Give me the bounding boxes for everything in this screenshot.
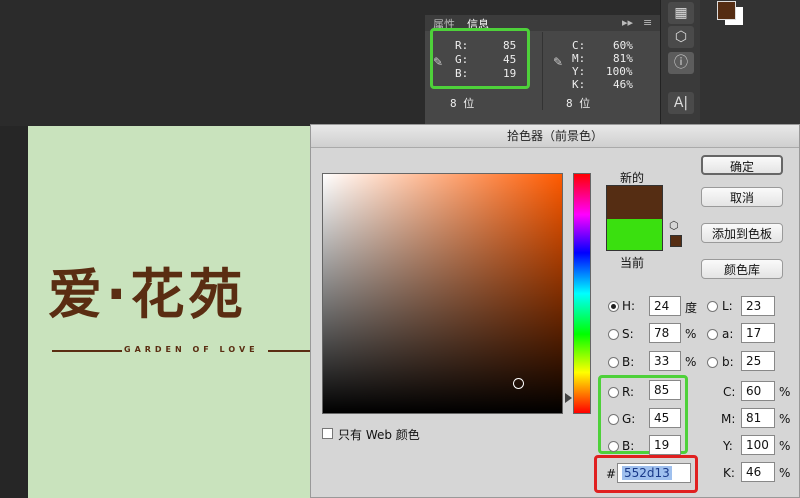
3d-icon[interactable]: ⬡ <box>668 26 694 48</box>
y-field[interactable]: 100 <box>741 435 775 455</box>
g-field[interactable]: 45 <box>649 408 681 428</box>
y-unit: % <box>779 439 791 453</box>
info-k-label: K: <box>572 78 586 91</box>
info-b-label: B: <box>455 67 469 80</box>
hue-slider-handle[interactable] <box>565 393 572 403</box>
hex-field[interactable]: 552d13 <box>617 463 691 483</box>
info-m-label: M: <box>572 52 586 65</box>
l-label: L: <box>722 299 733 313</box>
b-field[interactable]: 33 <box>649 351 681 371</box>
cancel-button[interactable]: 取消 <box>701 187 783 207</box>
info-g-value: 45 <box>503 53 517 66</box>
h-label: H: <box>622 299 636 313</box>
g-label: G: <box>622 412 636 426</box>
color-field[interactable] <box>322 173 563 414</box>
lab-b-field[interactable]: 25 <box>741 351 775 371</box>
logo-text: 爱·花苑 <box>48 263 247 326</box>
rgb-b-radio[interactable] <box>608 441 619 452</box>
y-label: Y: <box>723 439 733 453</box>
tool-strip: ▦ ⬡ ⓘ A| <box>660 0 701 126</box>
current-color-swatch[interactable] <box>606 219 663 251</box>
l-field[interactable]: 23 <box>741 296 775 316</box>
m-unit: % <box>779 412 791 426</box>
current-color-label: 当前 <box>620 256 645 270</box>
info-g-label: G: <box>455 53 469 66</box>
h-unit: 度 <box>685 301 698 315</box>
h-radio[interactable] <box>608 301 619 312</box>
k-unit: % <box>779 466 791 480</box>
m-field[interactable]: 81 <box>741 408 775 428</box>
s-unit: % <box>685 327 697 341</box>
hex-value: 552d13 <box>622 466 672 480</box>
logo-subtitle: GARDEN OF LOVE <box>124 345 259 354</box>
h-field[interactable]: 24 <box>649 296 681 316</box>
info-bitdepth-right: 8 位 <box>566 97 591 110</box>
logo-line-left <box>52 350 122 352</box>
foreground-color-swatch[interactable] <box>717 1 736 20</box>
eyedropper-icon: ✎ <box>433 55 444 69</box>
new-color-label: 新的 <box>620 171 645 185</box>
info-c-value: 60% <box>613 39 633 52</box>
new-color-swatch <box>606 185 663 221</box>
rgb-b-field[interactable]: 19 <box>649 435 681 455</box>
b-unit: % <box>685 355 697 369</box>
web-colors-label: 只有 Web 颜色 <box>338 428 420 442</box>
c-unit: % <box>779 385 791 399</box>
hex-prefix: # <box>606 467 617 481</box>
eyedropper-icon: ✎ <box>553 55 564 69</box>
add-to-swatches-button[interactable]: 添加到色板 <box>701 223 783 243</box>
a-field[interactable]: 17 <box>741 323 775 343</box>
color-swatch-area <box>700 0 800 126</box>
a-label: a: <box>722 327 734 341</box>
b-radio[interactable] <box>608 357 619 368</box>
info-divider <box>542 32 543 110</box>
color-field-cursor[interactable] <box>513 378 524 389</box>
color-libraries-button[interactable]: 颜色库 <box>701 259 783 279</box>
info-c-label: C: <box>572 39 586 52</box>
info-icon[interactable]: ⓘ <box>668 52 694 74</box>
lab-b-radio[interactable] <box>707 357 718 368</box>
k-label: K: <box>723 466 735 480</box>
history-icon[interactable]: ▦ <box>668 2 694 24</box>
info-k-value: 46% <box>613 78 633 91</box>
hue-slider[interactable] <box>573 173 591 414</box>
g-radio[interactable] <box>608 414 619 425</box>
l-radio[interactable] <box>707 301 718 312</box>
info-r-label: R: <box>455 39 469 52</box>
ok-button[interactable]: 确定 <box>701 155 783 175</box>
web-safe-swatch[interactable] <box>670 235 682 247</box>
k-field[interactable]: 46 <box>741 462 775 482</box>
m-label: M: <box>721 412 736 426</box>
cube-icon: ⬡ <box>669 219 679 232</box>
c-field[interactable]: 60 <box>741 381 775 401</box>
r-label: R: <box>622 385 635 399</box>
panel-menu-icon[interactable]: ≡ <box>643 16 652 29</box>
info-m-value: 81% <box>613 52 633 65</box>
s-field[interactable]: 78 <box>649 323 681 343</box>
info-bitdepth-left: 8 位 <box>450 97 475 110</box>
web-colors-checkbox[interactable] <box>322 428 333 439</box>
info-r-value: 85 <box>503 39 517 52</box>
dialog-title: 拾色器（前景色） <box>311 125 799 148</box>
info-panel: 属性 信息 ▸▸ ≡ ✎ R: 85 G: 45 B: 19 8 位 ✎ C: … <box>425 15 660 126</box>
a-radio[interactable] <box>707 329 718 340</box>
info-y-label: Y: <box>572 65 586 78</box>
info-y-value: 100% <box>606 65 633 78</box>
c-label: C: <box>723 385 736 399</box>
character-icon[interactable]: A| <box>668 92 694 114</box>
color-picker-dialog: 拾色器（前景色） 新的 当前 ⬡ 确定 取消 添加到色板 颜色库 H: 24 度… <box>310 124 800 498</box>
s-label: S: <box>622 327 634 341</box>
lab-b-label: b: <box>722 355 734 369</box>
info-b-value: 19 <box>503 67 517 80</box>
r-radio[interactable] <box>608 387 619 398</box>
rgb-b-label: B: <box>622 439 635 453</box>
collapse-icon[interactable]: ▸▸ <box>622 16 633 29</box>
r-field[interactable]: 85 <box>649 380 681 400</box>
logo-line-right <box>268 350 310 352</box>
s-radio[interactable] <box>608 329 619 340</box>
b-label: B: <box>622 355 635 369</box>
